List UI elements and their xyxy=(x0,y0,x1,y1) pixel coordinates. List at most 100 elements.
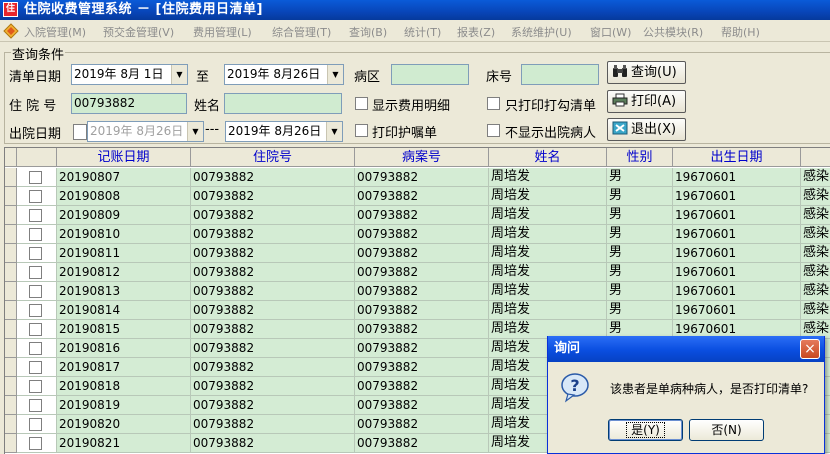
cell-admission-no[interactable]: 00793882 xyxy=(191,282,355,301)
cell-extra[interactable]: 感染 xyxy=(801,206,830,225)
column-header-date[interactable]: 记账日期 xyxy=(57,148,191,167)
cell-name[interactable]: 周培发 xyxy=(489,168,607,187)
menu-public[interactable]: 公共模块(R) xyxy=(643,24,703,40)
cell-name[interactable]: 周培发 xyxy=(489,244,607,263)
cell-admission-no[interactable]: 00793882 xyxy=(191,225,355,244)
cell-record-no[interactable]: 00793882 xyxy=(355,263,489,282)
row-checkbox[interactable] xyxy=(29,342,42,355)
cell-record-no[interactable]: 00793882 xyxy=(355,415,489,434)
row-indicator[interactable] xyxy=(5,415,17,434)
cell-birth-date[interactable]: 19670601 xyxy=(673,225,801,244)
cell-admission-no[interactable]: 00793882 xyxy=(191,415,355,434)
bed-input[interactable] xyxy=(521,64,599,85)
table-row[interactable]: 20190813 00793882 00793882 周培发男 19670601 感染 xyxy=(5,282,830,301)
cell-name[interactable]: 周培发 xyxy=(489,301,607,320)
cell-admission-no[interactable]: 00793882 xyxy=(191,339,355,358)
cell-extra[interactable]: 感染 xyxy=(801,282,830,301)
cell-admission-no[interactable]: 00793882 xyxy=(191,263,355,282)
date-to-picker[interactable]: 2019年 8月26日 ▼ xyxy=(224,64,344,85)
cell-record-no[interactable]: 00793882 xyxy=(355,282,489,301)
window-titlebar[interactable]: 住 住院收费管理系统 － [住院费用日清单] xyxy=(0,0,830,20)
cell-date[interactable]: 20190814 xyxy=(57,301,191,320)
row-checkbox[interactable] xyxy=(29,209,42,222)
cell-admission-no[interactable]: 00793882 xyxy=(191,377,355,396)
cell-name[interactable]: 周培发 xyxy=(489,206,607,225)
row-indicator[interactable] xyxy=(5,396,17,415)
menu-fees[interactable]: 费用管理(L) xyxy=(193,24,252,40)
cell-date[interactable]: 20190812 xyxy=(57,263,191,282)
row-checkbox[interactable] xyxy=(29,266,42,279)
column-header-birth-date[interactable]: 出生日期 xyxy=(673,148,801,167)
menu-window[interactable]: 窗口(W) xyxy=(590,24,631,40)
cell-date[interactable]: 20190808 xyxy=(57,187,191,206)
cell-record-no[interactable]: 00793882 xyxy=(355,358,489,377)
row-indicator[interactable] xyxy=(5,282,17,301)
cell-date[interactable]: 20190811 xyxy=(57,244,191,263)
print-nursing-checkbox[interactable] xyxy=(355,124,368,137)
cell-record-no[interactable]: 00793882 xyxy=(355,377,489,396)
table-row[interactable]: 20190814 00793882 00793882 周培发男 19670601 感染 xyxy=(5,301,830,320)
cell-record-no[interactable]: 00793882 xyxy=(355,168,489,187)
table-row[interactable]: 20190807 00793882 00793882 周培发男 19670601 感染 xyxy=(5,168,830,187)
row-indicator[interactable] xyxy=(5,339,17,358)
cell-admission-no[interactable]: 00793882 xyxy=(191,168,355,187)
discharge-date-checkbox[interactable] xyxy=(73,124,87,140)
cell-admission-no[interactable]: 00793882 xyxy=(191,206,355,225)
table-row[interactable]: 20190811 00793882 00793882 周培发男 19670601 感染 xyxy=(5,244,830,263)
menu-system[interactable]: 系统维护(U) xyxy=(511,24,572,40)
cell-birth-date[interactable]: 19670601 xyxy=(673,187,801,206)
row-checkbox[interactable] xyxy=(29,228,42,241)
row-checkbox[interactable] xyxy=(29,247,42,260)
cell-gender[interactable]: 男 xyxy=(607,263,673,282)
cell-extra[interactable]: 感染 xyxy=(801,244,830,263)
row-indicator[interactable] xyxy=(5,320,17,339)
print-checked-only-checkbox[interactable] xyxy=(487,97,500,110)
menu-help[interactable]: 帮助(H) xyxy=(721,24,760,40)
cell-birth-date[interactable]: 19670601 xyxy=(673,168,801,187)
row-checkbox[interactable] xyxy=(29,171,42,184)
ward-input[interactable] xyxy=(391,64,469,85)
row-checkbox[interactable] xyxy=(29,399,42,412)
cell-date[interactable]: 20190816 xyxy=(57,339,191,358)
column-header-extra[interactable] xyxy=(801,148,830,167)
cell-gender[interactable]: 男 xyxy=(607,244,673,263)
cell-birth-date[interactable]: 19670601 xyxy=(673,263,801,282)
cell-admission-no[interactable]: 00793882 xyxy=(191,320,355,339)
date-from-picker[interactable]: 2019年 8月 1日 ▼ xyxy=(71,64,188,85)
row-indicator[interactable] xyxy=(5,187,17,206)
cell-admission-no[interactable]: 00793882 xyxy=(191,434,355,453)
cell-record-no[interactable]: 00793882 xyxy=(355,434,489,453)
cell-record-no[interactable]: 00793882 xyxy=(355,320,489,339)
chevron-down-icon[interactable]: ▼ xyxy=(326,122,342,141)
row-indicator[interactable] xyxy=(5,168,17,187)
cell-date[interactable]: 20190807 xyxy=(57,168,191,187)
cell-birth-date[interactable]: 19670601 xyxy=(673,244,801,263)
chevron-down-icon[interactable]: ▼ xyxy=(327,65,343,84)
cell-admission-no[interactable]: 00793882 xyxy=(191,396,355,415)
cell-admission-no[interactable]: 00793882 xyxy=(191,358,355,377)
cell-gender[interactable]: 男 xyxy=(607,225,673,244)
table-row[interactable]: 20190808 00793882 00793882 周培发男 19670601 感染 xyxy=(5,187,830,206)
row-indicator[interactable] xyxy=(5,434,17,453)
table-row[interactable]: 20190809 00793882 00793882 周培发男 19670601 感染 xyxy=(5,206,830,225)
chevron-down-icon[interactable]: ▼ xyxy=(187,122,203,141)
table-row[interactable]: 20190812 00793882 00793882 周培发男 19670601 感染 xyxy=(5,263,830,282)
cell-date[interactable]: 20190821 xyxy=(57,434,191,453)
menu-deposit[interactable]: 预交金管理(V) xyxy=(103,24,174,40)
cell-admission-no[interactable]: 00793882 xyxy=(191,244,355,263)
row-indicator[interactable] xyxy=(5,358,17,377)
cell-record-no[interactable]: 00793882 xyxy=(355,187,489,206)
menu-query[interactable]: 查询(B) xyxy=(349,24,387,40)
cell-date[interactable]: 20190819 xyxy=(57,396,191,415)
cell-birth-date[interactable]: 19670601 xyxy=(673,301,801,320)
row-indicator[interactable] xyxy=(5,206,17,225)
cell-extra[interactable]: 感染 xyxy=(801,187,830,206)
row-checkbox[interactable] xyxy=(29,190,42,203)
print-button[interactable]: 打印(A) xyxy=(607,90,686,113)
menu-statistics[interactable]: 统计(T) xyxy=(404,24,441,40)
hide-discharged-checkbox[interactable] xyxy=(487,124,500,137)
cell-birth-date[interactable]: 19670601 xyxy=(673,282,801,301)
query-button[interactable]: 查询(U) xyxy=(607,61,686,84)
cell-record-no[interactable]: 00793882 xyxy=(355,396,489,415)
column-header-name[interactable]: 姓名 xyxy=(489,148,607,167)
